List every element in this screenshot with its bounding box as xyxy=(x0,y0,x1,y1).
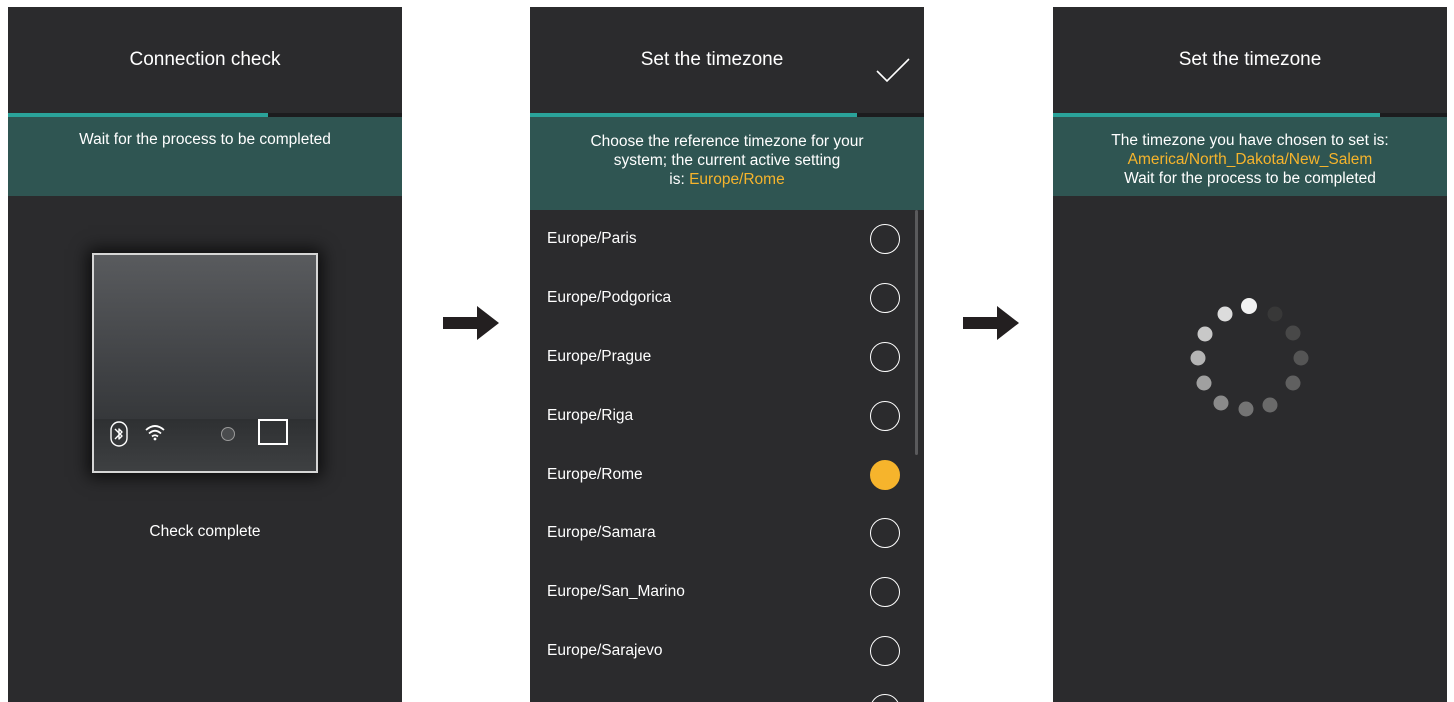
status-banner: Wait for the process to be completed xyxy=(8,117,402,196)
screen-title: Connection check xyxy=(129,49,281,70)
timezone-list-item[interactable]: Europe/Paris xyxy=(530,210,924,269)
radio-button[interactable] xyxy=(870,341,900,372)
timezone-list: Europe/Paris Europe/Podgorica Europe/Pragu… xyxy=(530,210,924,680)
radio-button[interactable] xyxy=(870,577,900,608)
check-icon[interactable] xyxy=(876,58,910,82)
status-banner: The timezone you have chosen to set is: … xyxy=(1053,117,1447,196)
instruction-banner: Choose the reference timezone for your s… xyxy=(530,117,924,210)
timezone-label: Europe/Samara xyxy=(547,524,656,542)
screen-title: Set the timezone xyxy=(640,49,784,70)
status-caption: Check complete xyxy=(149,523,261,540)
radio-button[interactable] xyxy=(870,635,900,666)
timezone-list-item[interactable]: Europe/Prague xyxy=(530,328,924,387)
banner-line: The timezone you have chosen to set is: xyxy=(1111,132,1389,149)
indicator-light xyxy=(221,427,235,441)
timezone-label: Europe/Podgorica xyxy=(547,289,672,307)
banner-line: Choose the reference timezone for your xyxy=(590,133,864,150)
timezone-label: Europe/San_Marino xyxy=(547,583,685,601)
radio-button[interactable] xyxy=(870,224,900,255)
banner-line: Wait for the process to be completed xyxy=(1124,170,1376,187)
timezone-label: Europe/Sarajevo xyxy=(547,641,663,659)
radio-button[interactable] xyxy=(870,518,900,549)
arrow-right-icon xyxy=(443,306,499,340)
radio-button[interactable] xyxy=(870,400,900,431)
device-illustration xyxy=(92,253,318,473)
timezone-list-item[interactable]: Europe/Sarajevo xyxy=(530,622,924,681)
set-timezone-screen: Set the timezone Choose the reference ti… xyxy=(530,7,924,702)
timezone-list-item[interactable]: Europe/Riga xyxy=(530,386,924,445)
screen-title: Set the timezone xyxy=(1178,49,1322,70)
timezone-list-item[interactable]: Europe/San_Marino xyxy=(530,563,924,622)
timezone-label: Europe/Paris xyxy=(547,230,637,248)
timezone-label: Europe/Rome xyxy=(547,465,643,483)
current-timezone: Europe/Rome xyxy=(689,171,785,188)
banner-text: Wait for the process to be completed xyxy=(79,131,331,148)
timezone-label: Europe/Prague xyxy=(547,347,652,365)
banner-line: system; the current active setting xyxy=(613,152,841,169)
chosen-timezone: America/North_Dakota/New_Salem xyxy=(1127,151,1373,168)
timezone-list-item[interactable]: Europe/Rome xyxy=(530,445,924,504)
arrow-right-icon xyxy=(963,306,1019,340)
wifi-icon xyxy=(145,425,165,441)
radio-button-selected[interactable] xyxy=(870,459,900,490)
timezone-applying-screen: Set the timezone The timezone you have c… xyxy=(1053,7,1447,702)
timezone-label: Europe/Riga xyxy=(547,406,634,424)
banner-prefix: is: xyxy=(669,171,690,188)
bluetooth-icon xyxy=(110,421,128,447)
connection-check-screen: Connection check Wait for the process to… xyxy=(8,7,402,702)
scrollbar[interactable] xyxy=(915,210,918,455)
radio-button[interactable] xyxy=(870,283,900,314)
radio-button[interactable] xyxy=(870,694,900,702)
device-button xyxy=(258,419,288,445)
loading-spinner-icon xyxy=(1190,298,1309,417)
banner-line: is: Europe/Rome xyxy=(530,170,924,189)
timezone-list-item[interactable]: Europe/Podgorica xyxy=(530,269,924,328)
timezone-list-item[interactable]: Europe/Samara xyxy=(530,504,924,563)
